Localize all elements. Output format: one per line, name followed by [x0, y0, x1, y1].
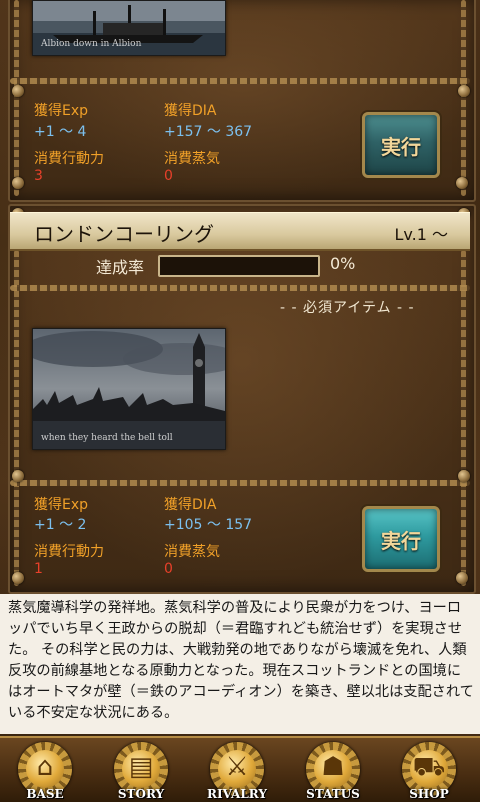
nav-label: STATUS — [306, 787, 360, 801]
nav-label: STORY — [117, 787, 165, 801]
steam-cost-value: 0 — [164, 168, 173, 184]
thumbnail-caption: when they heard the bell toll — [41, 433, 173, 443]
action-cost-value: 1 — [34, 561, 43, 577]
chain-divider — [10, 285, 470, 291]
thumbnail-caption: Albion down in Albion — [41, 39, 142, 49]
chain-decoration — [461, 0, 466, 196]
dia-value: +157 ～ 367 — [164, 124, 253, 140]
area-description: 蒸気魔導科学の発祥地。蒸気科学の普及により民衆が力をつけ、ヨーロッパでいち早く王… — [0, 594, 480, 734]
chain-decoration — [14, 0, 19, 196]
quest-level: Lv.1 ～ — [394, 225, 449, 244]
action-cost-value: 3 — [34, 168, 43, 184]
bottom-nav: ⌂ BASE ▤ STORY ⚔ RIVALRY ☗ STATUS ⛟ SHOP — [0, 736, 480, 802]
exp-label: 獲得Exp — [34, 497, 89, 513]
rivet — [12, 85, 24, 97]
steam-cost-label: 消費蒸気 — [164, 544, 220, 560]
person-icon: ☗ — [321, 752, 345, 782]
nav-story-button[interactable]: ▤ STORY — [96, 740, 186, 802]
exp-value: +1 ～ 2 — [34, 517, 87, 533]
dia-label: 獲得DIA — [164, 103, 217, 119]
quest-title: ロンドンコーリング — [34, 222, 214, 246]
house-icon: ⌂ — [36, 752, 54, 782]
crossed-swords-icon: ⚔ — [225, 752, 249, 782]
action-cost-label: 消費行動力 — [34, 151, 104, 167]
execute-button[interactable]: 実行 — [362, 506, 440, 572]
chain-decoration — [14, 250, 19, 586]
dia-label: 獲得DIA — [164, 497, 217, 513]
execute-button[interactable]: 実行 — [362, 112, 440, 178]
progress-bar — [158, 255, 320, 277]
book-icon: ▤ — [128, 752, 154, 782]
nav-shop-button[interactable]: ⛟ SHOP — [384, 740, 474, 802]
cart-icon: ⛟ — [412, 752, 446, 782]
quest-thumbnail-london: when they heard the bell toll — [32, 328, 226, 450]
rivet — [458, 85, 470, 97]
progress-label: 達成率 — [96, 258, 145, 277]
nav-base-button[interactable]: ⌂ BASE — [0, 740, 90, 802]
required-items-label: - - 必須アイテム - - — [280, 300, 415, 316]
rivet — [12, 470, 24, 482]
progress-percent: 0% — [330, 254, 356, 273]
dia-value: +105 ～ 157 — [164, 517, 253, 533]
rivet — [458, 470, 470, 482]
nav-label: BASE — [26, 787, 64, 801]
rivet — [456, 572, 468, 584]
chain-divider — [10, 480, 470, 486]
rivet — [12, 177, 24, 189]
rivet — [12, 572, 24, 584]
nav-label: RIVALRY — [207, 787, 267, 801]
quest-title-bar[interactable]: ロンドンコーリング Lv.1 ～ — [10, 212, 470, 251]
chain-divider — [10, 78, 470, 84]
nav-rivalry-button[interactable]: ⚔ RIVALRY — [192, 740, 282, 802]
nav-status-button[interactable]: ☗ STATUS — [288, 740, 378, 802]
steam-cost-value: 0 — [164, 561, 173, 577]
steam-cost-label: 消費蒸気 — [164, 151, 220, 167]
quest-thumbnail-albion: Albion down in Albion — [32, 0, 226, 56]
nav-label: SHOP — [409, 787, 449, 801]
exp-value: +1 ～ 4 — [34, 124, 87, 140]
chain-decoration — [461, 250, 466, 586]
rivet — [456, 177, 468, 189]
action-cost-label: 消費行動力 — [34, 544, 104, 560]
exp-label: 獲得Exp — [34, 103, 89, 119]
